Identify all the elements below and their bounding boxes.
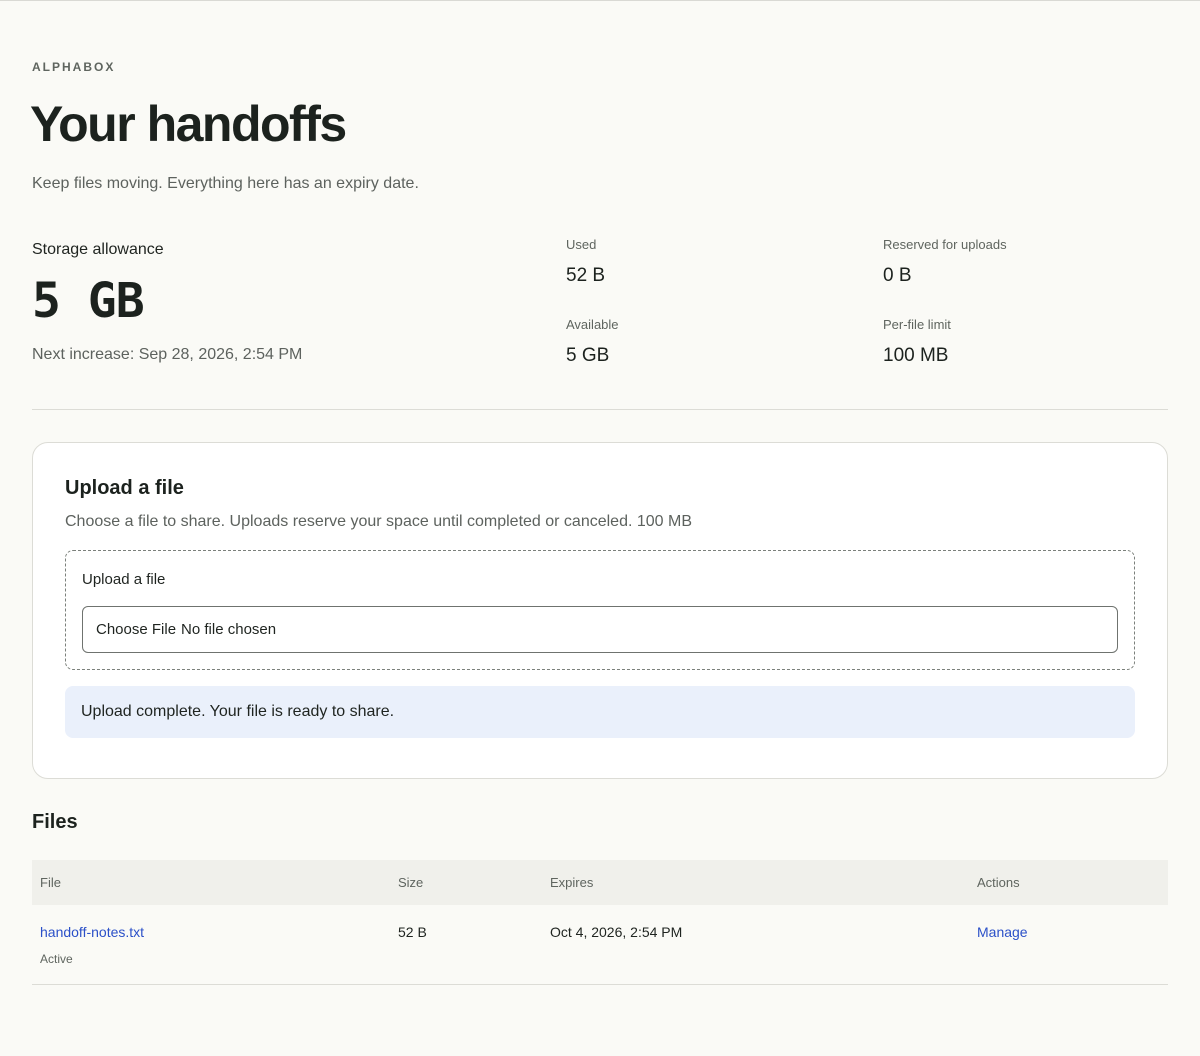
stat-per-file-limit: Per-file limit 100 MB — [883, 317, 951, 367]
column-header-file: File — [40, 875, 61, 890]
file-name-link[interactable]: handoff-notes.txt — [40, 924, 144, 940]
brand-name: ALPHABOX — [32, 60, 116, 74]
column-header-expires: Expires — [550, 875, 594, 890]
files-title: Files — [32, 811, 78, 833]
stat-reserved-value: 0 B — [883, 265, 912, 286]
stat-reserved: Reserved for uploads 0 B — [883, 237, 1007, 287]
storage-allowance-label: Storage allowance — [32, 241, 164, 258]
stat-used-value: 52 B — [566, 265, 606, 286]
stat-reserved-label: Reserved for uploads — [883, 237, 1007, 252]
next-increase-text: Next increase: Sep 28, 2026, 2:54 PM — [32, 346, 303, 363]
no-file-chosen-text: No file chosen — [181, 621, 277, 638]
file-size: 52 B — [398, 924, 427, 940]
manage-link[interactable]: Manage — [977, 924, 1028, 940]
stat-used: Used 52 B — [566, 237, 605, 287]
table-row: handoff-notes.txt Active 52 B Oct 4, 202… — [32, 905, 1168, 985]
stat-available-label: Available — [566, 317, 619, 332]
files-table: File Size Expires Actions handoff-notes.… — [32, 860, 1168, 985]
upload-dropzone[interactable]: Upload a file Choose File No file chosen — [65, 550, 1135, 670]
stat-used-label: Used — [566, 237, 597, 252]
upload-complete-notice: Upload complete. Your file is ready to s… — [65, 686, 1135, 738]
dropzone-label: Upload a file — [82, 571, 166, 588]
page-subtitle: Keep files moving. Everything here has a… — [32, 175, 419, 192]
column-header-actions: Actions — [977, 875, 1020, 890]
file-input[interactable]: Choose File No file chosen — [82, 606, 1118, 653]
storage-allowance-value: 5 GB — [32, 273, 145, 329]
choose-file-button[interactable]: Choose File — [96, 621, 176, 638]
section-divider — [32, 409, 1168, 410]
file-expires: Oct 4, 2026, 2:54 PM — [550, 924, 683, 940]
stat-available: Available 5 GB — [566, 317, 619, 367]
column-header-size: Size — [398, 875, 424, 890]
file-status: Active — [40, 952, 73, 966]
upload-card: Upload a file Choose a file to share. Up… — [32, 442, 1168, 779]
upload-description: Choose a file to share. Uploads reserve … — [65, 513, 693, 530]
upload-title: Upload a file — [65, 477, 184, 499]
table-header: File Size Expires Actions — [32, 860, 1168, 905]
page-title: Your handoffs — [30, 96, 347, 152]
stat-per-file-limit-value: 100 MB — [883, 345, 949, 366]
stat-available-value: 5 GB — [566, 345, 610, 366]
stat-per-file-limit-label: Per-file limit — [883, 317, 951, 332]
